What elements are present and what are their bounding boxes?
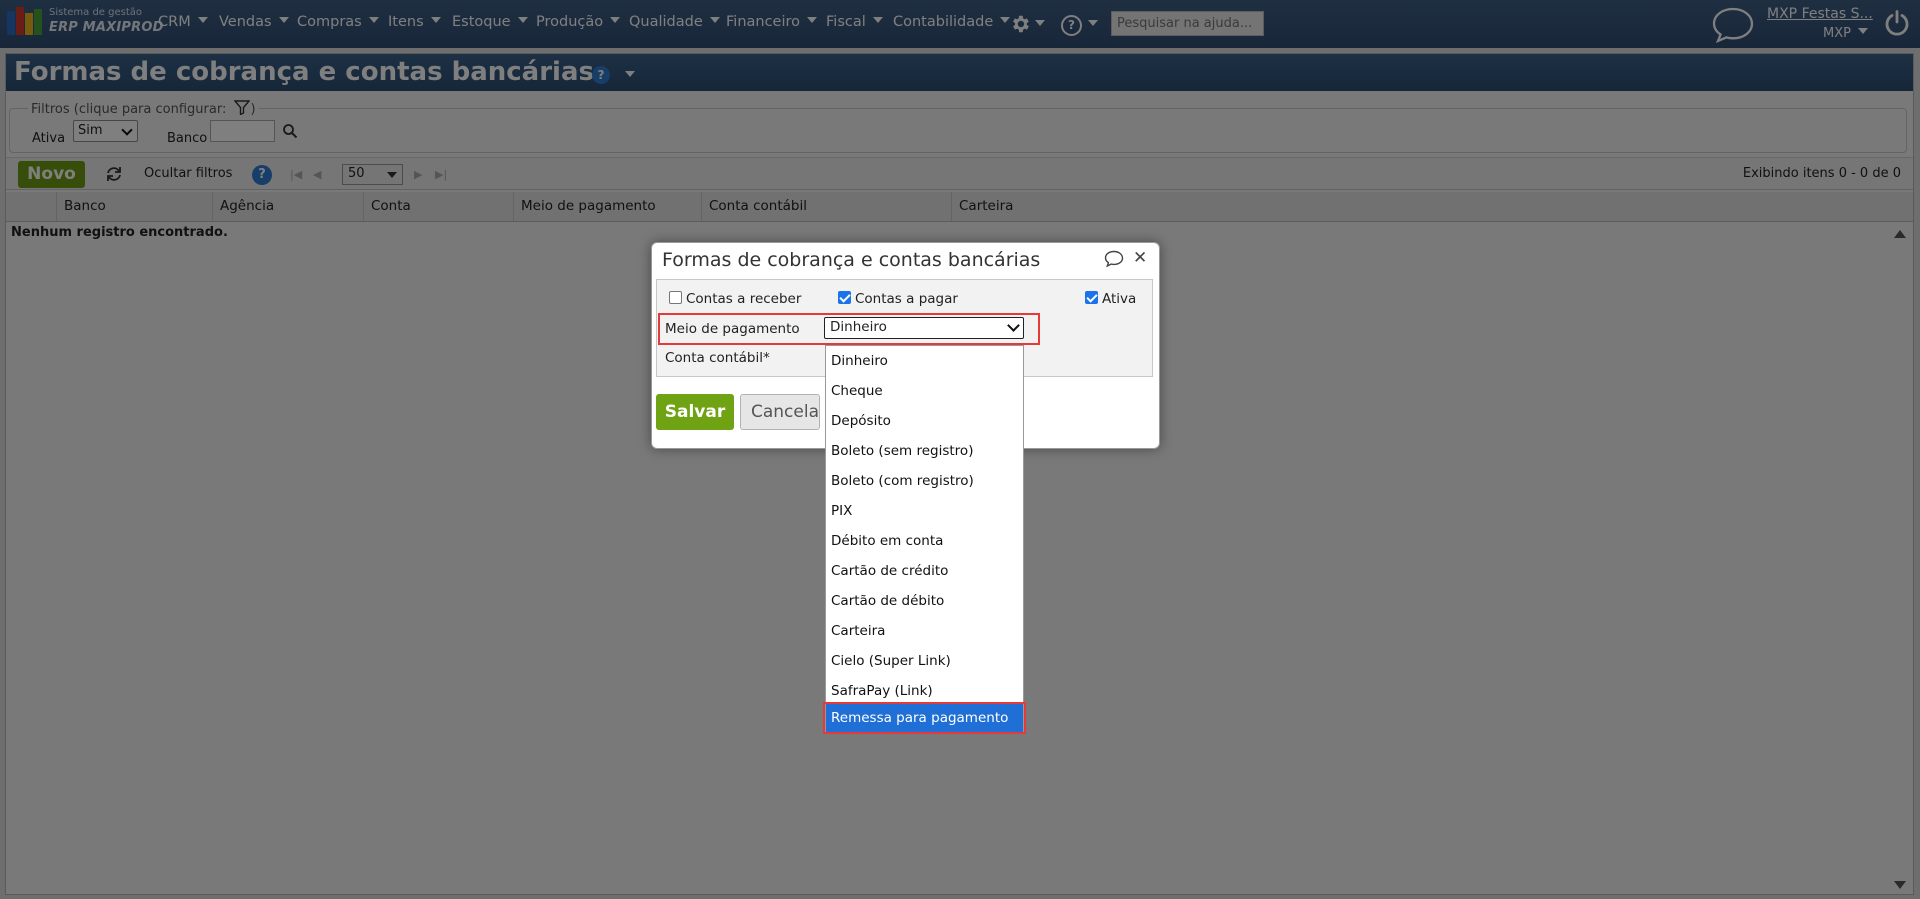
option-debito-em-conta[interactable]: Débito em conta — [826, 526, 1023, 556]
option-cielo-super-link[interactable]: Cielo (Super Link) — [826, 646, 1023, 676]
option-cartao-credito[interactable]: Cartão de crédito — [826, 556, 1023, 586]
meio-pagamento-value: Dinheiro — [830, 319, 887, 335]
ativa-label: Ativa — [1102, 291, 1137, 307]
option-pix[interactable]: PIX — [826, 496, 1023, 526]
dialog-title: Formas de cobrança e contas bancárias — [662, 249, 1041, 271]
save-button[interactable]: Salvar — [656, 394, 734, 430]
meio-pagamento-dropdown: Dinheiro Cheque Depósito Boleto (sem reg… — [825, 345, 1024, 733]
contas-receber-checkbox[interactable] — [669, 291, 682, 304]
option-cheque[interactable]: Cheque — [826, 376, 1023, 406]
option-dinheiro[interactable]: Dinheiro — [826, 346, 1023, 376]
conta-contabil-label: Conta contábil* — [665, 350, 770, 366]
meio-pagamento-select[interactable]: Dinheiro — [824, 317, 1024, 339]
contas-pagar-label: Contas a pagar — [855, 291, 958, 307]
chevron-down-icon — [1007, 319, 1020, 332]
option-cartao-debito[interactable]: Cartão de débito — [826, 586, 1023, 616]
contas-receber-label: Contas a receber — [686, 291, 802, 307]
close-icon[interactable]: ✕ — [1133, 248, 1147, 268]
option-deposito[interactable]: Depósito — [826, 406, 1023, 436]
option-boleto-sem-registro[interactable]: Boleto (sem registro) — [826, 436, 1023, 466]
cancel-button[interactable]: Cancelar — [740, 394, 820, 430]
chat-icon[interactable] — [1104, 250, 1124, 268]
option-highlight — [823, 702, 1026, 734]
ativa-checkbox[interactable] — [1085, 291, 1098, 304]
option-boleto-com-registro[interactable]: Boleto (com registro) — [826, 466, 1023, 496]
option-carteira[interactable]: Carteira — [826, 616, 1023, 646]
contas-pagar-checkbox[interactable] — [838, 291, 851, 304]
